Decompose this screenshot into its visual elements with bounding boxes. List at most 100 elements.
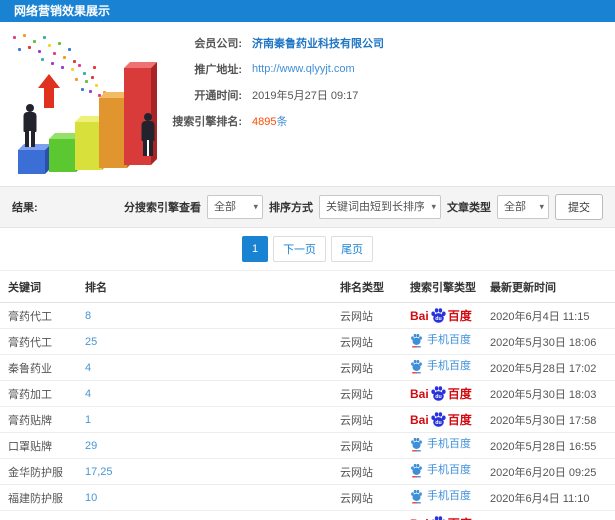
keyword-cell: 膏药贴牌 — [8, 414, 52, 427]
mobile-baidu-icon: 手机百度 — [410, 489, 471, 504]
page-1-button[interactable]: 1 — [241, 236, 269, 262]
baidu-logo: Bai du 百度 — [410, 412, 472, 427]
mobile-baidu-icon: 手机百度 — [410, 437, 471, 452]
header-rank: 排名 — [85, 281, 107, 294]
filter-controls: 分搜索引擎查看 全部 排序方式 关键词由短到长排序 文章类型 全部 提交 — [124, 194, 603, 220]
rank-link[interactable]: 10 — [85, 492, 97, 504]
rank-link[interactable]: 25 — [85, 336, 97, 348]
rank-link[interactable]: 4 — [85, 362, 91, 374]
promo-url-link[interactable]: http://www.qlyyjt.com — [252, 63, 355, 75]
mobile-baidu-icon: 手机百度 — [410, 333, 471, 348]
mobile-baidu-icon: 手机百度 — [410, 359, 471, 374]
baidu-paw-icon: du — [431, 308, 446, 323]
table-row: 秦鲁药业 4 云网站 手机百度 2020年5月28日 17:02 — [0, 355, 615, 381]
keyword-cell: 膏药代工 — [8, 310, 52, 323]
rank-link[interactable]: 8 — [85, 310, 91, 322]
rank-link[interactable]: 17,25 — [85, 466, 113, 478]
engine-filter-select[interactable]: 全部 — [207, 195, 263, 219]
baidu-paw-icon: du — [431, 516, 445, 520]
header-keyword: 关键词 — [8, 281, 41, 294]
engine-cell: 手机百度 — [410, 463, 490, 481]
type-filter-select[interactable]: 全部 — [497, 195, 549, 219]
date-cell: 2020年6月20日 09:25 — [490, 466, 597, 479]
open-time-value: 2019年5月27日 09:17 — [252, 90, 359, 102]
member-company-value[interactable]: 济南秦鲁药业科技有限公司 — [252, 35, 384, 51]
title-bar: 网络营销效果展示 — [0, 0, 615, 22]
table-row: 膏药贴牌 1 云网站 Bai du 百度 2020年5月30日 17:58 — [0, 407, 615, 433]
open-time-row: 开通时间: 2019年5月27日 09:17 — [170, 82, 384, 108]
table-row: Bai du 百度 — [0, 511, 615, 520]
engine-filter-label: 分搜索引擎查看 — [124, 202, 201, 214]
filter-bar: 结果: 分搜索引擎查看 全部 排序方式 关键词由短到长排序 文章类型 全部 提交 — [0, 186, 615, 228]
date-cell: 2020年5月28日 16:55 — [490, 440, 597, 453]
engine-cell: Bai du 百度 — [410, 411, 490, 428]
rankings-table: 关键词 排名 排名类型 搜索引擎类型 最新更新时间 膏药代工 8 云网站 Bai… — [0, 270, 615, 520]
baidu-logo: Bai du 百度 — [410, 308, 472, 323]
page: 网络营销效果展示 会员公司: 济南秦鲁药业科技有限公司 推广地址: http:/… — [0, 0, 615, 520]
table-row: 福建防护服 10 云网站 手机百度 2020年6月4日 11:10 — [0, 485, 615, 511]
baidu-logo: Bai du 百度 — [410, 515, 472, 520]
submit-button[interactable]: 提交 — [555, 194, 603, 220]
mobile-baidu-paw-icon — [411, 359, 422, 373]
confetti-decoration — [13, 36, 16, 39]
open-time-label: 开通时间: — [194, 90, 242, 102]
growth-arrow-icon — [38, 74, 60, 108]
pagination: 1 下一页 尾页 — [0, 228, 615, 270]
businessman-figure-left — [22, 104, 38, 148]
table-body: 膏药代工 8 云网站 Bai du 百度 2020年6月4日 11:15 膏药代… — [0, 303, 615, 520]
mobile-baidu-paw-icon — [411, 463, 422, 477]
engine-cell: 手机百度 — [410, 437, 490, 455]
engine-cell: Bai du 百度 — [410, 307, 490, 324]
clipart-bar-green — [49, 133, 82, 172]
rank-link[interactable]: 4 — [85, 388, 91, 400]
last-page-button[interactable]: 尾页 — [331, 236, 374, 262]
rank-type-cell: 云网站 — [340, 310, 373, 323]
date-cell: 2020年5月28日 17:02 — [490, 362, 597, 375]
rank-type-cell: 云网站 — [340, 336, 373, 349]
svg-text:du: du — [435, 420, 441, 426]
engine-cell: 手机百度 — [410, 359, 490, 377]
baidu-logo: Bai du 百度 — [410, 386, 472, 401]
date-cell: 2020年5月30日 17:58 — [490, 414, 597, 427]
sort-filter-select[interactable]: 关键词由短到长排序 — [319, 195, 441, 219]
svg-text:du: du — [435, 394, 441, 400]
rank-link[interactable]: 1 — [85, 414, 91, 426]
clipart-bar-blue — [18, 144, 51, 174]
keyword-cell: 膏药加工 — [8, 388, 52, 401]
header-engine-type: 搜索引擎类型 — [410, 281, 476, 294]
engine-cell: 手机百度 — [410, 489, 490, 507]
engine-cell: Bai du 百度 — [410, 385, 490, 402]
promo-url-row: 推广地址: http://www.qlyyjt.com — [170, 56, 384, 82]
next-page-button[interactable]: 下一页 — [273, 236, 327, 262]
baidu-paw-icon: du — [431, 412, 446, 427]
table-row: 膏药代工 8 云网站 Bai du 百度 2020年6月4日 11:15 — [0, 303, 615, 329]
rank-type-cell: 云网站 — [340, 466, 373, 479]
mobile-baidu-paw-icon — [411, 333, 422, 347]
date-cell: 2020年5月30日 18:06 — [490, 336, 597, 349]
keyword-cell: 口罩贴牌 — [8, 440, 52, 453]
date-cell: 2020年5月30日 18:03 — [490, 388, 597, 401]
keyword-cell: 福建防护服 — [8, 492, 63, 505]
rank-type-cell: 云网站 — [340, 414, 373, 427]
header-rank-type: 排名类型 — [340, 281, 384, 294]
info-section: 会员公司: 济南秦鲁药业科技有限公司 推广地址: http://www.qlyy… — [0, 22, 615, 186]
company-info: 会员公司: 济南秦鲁药业科技有限公司 推广地址: http://www.qlyy… — [170, 30, 384, 134]
svg-text:du: du — [435, 316, 441, 322]
table-row: 口罩贴牌 29 云网站 手机百度 2020年5月28日 16:55 — [0, 433, 615, 459]
ranking-count-unit: 条 — [276, 116, 288, 128]
keyword-cell: 金华防护服 — [8, 466, 63, 479]
engine-cell: 手机百度 — [410, 333, 490, 351]
rank-type-cell: 云网站 — [340, 388, 373, 401]
ranking-count-label: 搜索引擎排名: — [172, 116, 242, 128]
table-header-row: 关键词 排名 排名类型 搜索引擎类型 最新更新时间 — [0, 270, 615, 303]
date-cell: 2020年6月4日 11:15 — [490, 310, 590, 323]
clipart-bar-yellow — [75, 116, 108, 170]
mobile-baidu-paw-icon — [411, 489, 422, 503]
date-cell: 2020年6月4日 11:10 — [490, 492, 590, 505]
page-title: 网络营销效果展示 — [14, 4, 111, 18]
ranking-count-row: 搜索引擎排名: 4895条 — [170, 108, 384, 134]
mobile-baidu-paw-icon — [411, 437, 422, 451]
promo-url-label: 推广地址: — [194, 64, 242, 76]
rank-link[interactable]: 29 — [85, 440, 97, 452]
member-company-label: 会员公司: — [194, 38, 242, 50]
